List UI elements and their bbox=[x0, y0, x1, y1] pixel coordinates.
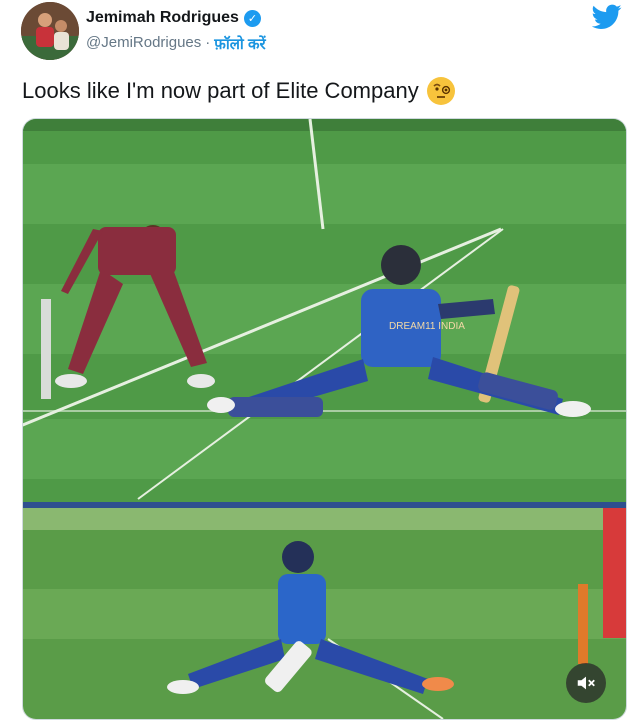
tweet-text-row: Looks like I'm now part of Elite Company bbox=[22, 77, 455, 105]
verified-badge-icon: ✓ bbox=[243, 9, 261, 27]
author-handle[interactable]: @JemiRodrigues bbox=[86, 34, 201, 54]
author-name[interactable]: Jemimah Rodrigues bbox=[86, 9, 239, 27]
mute-toggle-button[interactable] bbox=[566, 663, 606, 703]
face-with-monocle-emoji-icon bbox=[426, 77, 455, 105]
media-image: DREAM11 INDIA bbox=[23, 119, 626, 719]
speaker-muted-icon bbox=[577, 676, 595, 690]
tweet-media[interactable]: DREAM11 INDIA bbox=[22, 118, 627, 720]
handle-row: @JemiRodrigues · फ़ॉलो करें bbox=[86, 34, 266, 54]
tweet-text: Looks like I'm now part of Elite Company bbox=[22, 78, 419, 103]
twitter-bird-icon[interactable] bbox=[592, 4, 622, 30]
avatar[interactable] bbox=[21, 2, 79, 60]
separator-dot: · bbox=[205, 34, 211, 51]
follow-button[interactable]: फ़ॉलो करें bbox=[214, 34, 265, 54]
author-name-row[interactable]: Jemimah Rodrigues ✓ bbox=[86, 9, 261, 27]
shirt-text: DREAM11 INDIA bbox=[389, 321, 465, 332]
tweet-header: Jemimah Rodrigues ✓ @JemiRodrigues · फ़ॉ… bbox=[0, 0, 640, 66]
